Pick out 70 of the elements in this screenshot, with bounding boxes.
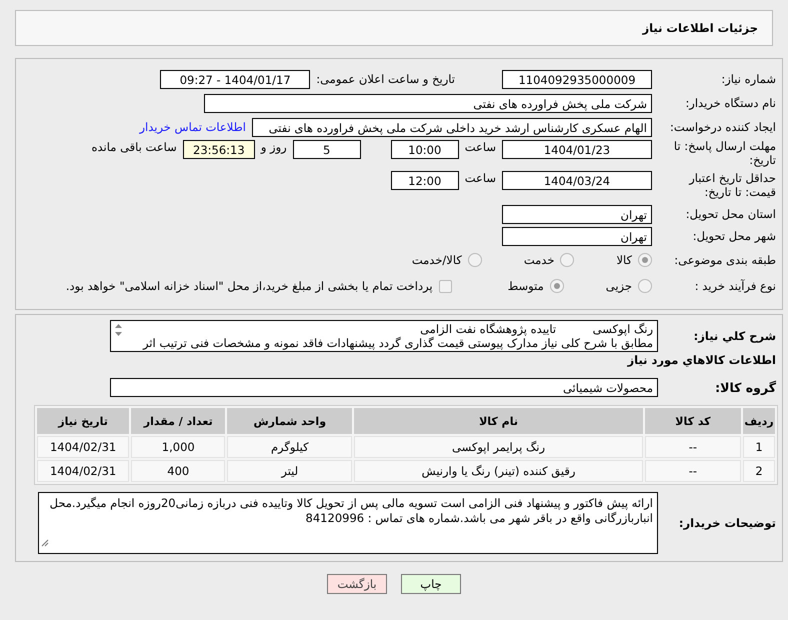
field-label: ایجاد کننده درخواست: — [669, 120, 776, 134]
notes-field[interactable]: ارائه پیش فاکتور و پیشنهاد فنی الزامی است تسویه مالی پس از تحویل کالا وتاییده فنی دربازه زمانی20روزه انجام میگیرد.محل انباربازرگانی واقع در باقر شهر می باشد.شماره های تماس : 84120996 — [38, 492, 658, 554]
table-cell: لیتر — [227, 460, 352, 482]
back-button[interactable]: بازگشت — [327, 574, 387, 594]
field-label: ساعت — [464, 140, 496, 154]
field-label: شرح کلي نياز: — [692, 329, 776, 343]
checkbox[interactable] — [438, 280, 452, 292]
text-field[interactable]: 1404/01/17 - 09:27 — [160, 70, 310, 88]
column-header: تاریخ نیاز — [37, 408, 130, 434]
text-field[interactable]: 1404/03/24 — [502, 171, 652, 190]
table-cell: کیلوگرم — [227, 436, 352, 458]
column-header: ردیف — [743, 408, 775, 434]
text-field[interactable]: محصولات شیمیائی — [110, 378, 658, 396]
field-label: ساعت باقی مانده — [92, 140, 177, 154]
table-cell: رقیق کننده (تینر) رنگ یا وارنیش — [354, 460, 643, 482]
radio-button[interactable] — [550, 279, 564, 293]
option-label: متوسط — [508, 279, 544, 293]
column-header: نام کالا — [354, 408, 643, 434]
text-field[interactable]: 12:00 — [390, 171, 459, 190]
column-header: تعداد / مقدار — [131, 408, 226, 434]
radio-button[interactable] — [638, 253, 652, 267]
field-label: حداقل تاریخ اعتبار قیمت: تا تاریخ: — [688, 171, 776, 199]
text-field[interactable]: 10:00 — [390, 140, 459, 159]
column-header: کد کالا — [644, 408, 742, 434]
text-field[interactable]: 1104092935000009 — [502, 70, 652, 88]
field-label: شماره نیاز: — [720, 72, 776, 86]
field-label: گروه کالا: — [714, 380, 776, 394]
field-label: توضیحات خریدار: — [678, 516, 776, 530]
radio-button[interactable] — [638, 279, 652, 293]
table-cell: 1404/02/31 — [37, 436, 130, 458]
field-label: طبقه بندی موضوعی: — [673, 253, 776, 267]
field-label: تاریخ و ساعت اعلان عمومی: — [316, 72, 455, 86]
table-cell: رنگ پرایمر اپوکسی — [354, 436, 643, 458]
field-label: روز و — [260, 140, 287, 154]
text-field[interactable]: 23:56:13 — [182, 140, 255, 159]
print-button[interactable]: چاپ — [401, 574, 461, 594]
text-field[interactable]: تهران — [502, 226, 652, 246]
field-label: ساعت — [464, 171, 496, 185]
scroll-arrows-icon[interactable] — [114, 323, 122, 337]
table-cell: -- — [644, 436, 742, 458]
text-field[interactable]: 5 — [292, 140, 361, 159]
section-heading: اطلاعات کالاهاي مورد نياز — [626, 353, 776, 367]
contact-link[interactable]: اطلاعات تماس خریدار — [139, 120, 246, 134]
table-cell: 1404/02/31 — [37, 460, 130, 482]
field-label: شهر محل تحویل: — [692, 229, 776, 243]
option-label: خدمت — [524, 253, 554, 267]
table-cell: 400 — [131, 460, 226, 482]
text-field[interactable]: الهام عسکری کارشناس ارشد خرید داخلی شرکت ملی پخش فراورده های نفتی — [252, 118, 652, 136]
field-label: نام دستگاه خریدار: — [684, 96, 776, 110]
notes-text: ارائه پیش فاکتور و پیشنهاد فنی الزامی است تسویه مالی پس از تحویل کالا وتاییده فنی دربازه زمانی20روزه انجام میگیرد.محل انباربازرگانی واقع در باقر شهر می باشد.شماره های تماس : 84120996 — [50, 496, 653, 525]
table-cell: 1,000 — [131, 436, 226, 458]
field-label: مهلت ارسال پاسخ: تا تاریخ: — [672, 139, 776, 167]
radio-button[interactable] — [468, 253, 482, 267]
option-label: جزیی — [606, 279, 632, 293]
table-cell: 1 — [743, 436, 775, 458]
field-label: نوع فرآیند خرید : — [694, 279, 776, 293]
table-cell: -- — [644, 460, 742, 482]
checkbox-label: پرداخت تمام یا بخشی از مبلغ خرید،از محل "اسناد خزانه اسلامی" خواهد بود. — [66, 279, 433, 293]
column-header: واحد شمارش — [227, 408, 352, 434]
description-field[interactable]: رنگ اپوکسی تاییده پژوهشگاه نفت الزامی مطابق با شرح کلی نیاز مدارک پیوستی قیمت گذاری گردد پیشنهادات فاقد نمونه و مشخصات فنی ترتیب اثر — [110, 320, 658, 352]
resize-grip-icon[interactable] — [41, 539, 49, 547]
radio-button[interactable] — [560, 253, 574, 267]
option-label: کالا/خدمت — [412, 253, 462, 267]
page-title: جزئیات اطلاعات نیاز — [642, 21, 758, 35]
field-label: استان محل تحویل: — [684, 207, 776, 221]
text-field[interactable]: شرکت ملی پخش فراورده های نفتی — [204, 94, 652, 112]
text-field[interactable]: 1404/01/23 — [502, 140, 652, 159]
table-cell: 2 — [743, 460, 775, 482]
option-label: کالا — [616, 253, 632, 267]
text-field[interactable]: تهران — [502, 204, 652, 224]
